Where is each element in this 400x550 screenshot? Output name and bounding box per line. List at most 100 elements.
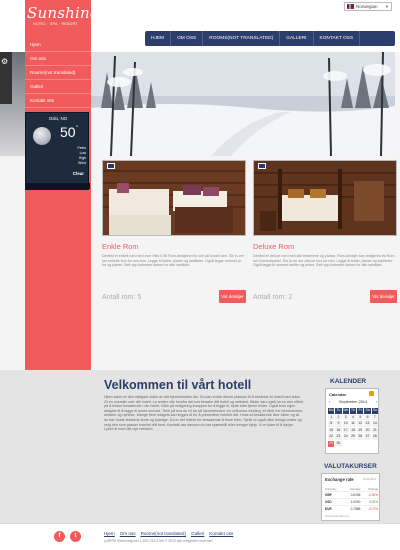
weather-temperature: 50: [60, 124, 76, 140]
calendar-day[interactable]: 10: [342, 421, 349, 427]
sidebar-item-rooms[interactable]: Rooms(not translated): [25, 66, 91, 80]
footer-info: (c)RPRI Reservasjoner 1-800-234-5789 © 2…: [104, 539, 213, 543]
nav-item-galleri[interactable]: GALLERI: [280, 31, 314, 46]
calendar-day[interactable]: 23: [335, 434, 342, 440]
chevron-down-icon: ▼: [385, 4, 389, 9]
calendar-widget: Calendar ‹ September 2014 › Mo Tu We Th Fr Sa…: [325, 388, 379, 454]
calendar-day[interactable]: 19: [357, 427, 364, 434]
image-badge-icon: [258, 163, 266, 169]
sidebar-item-om-oss[interactable]: Om oss: [25, 52, 91, 66]
sidebar-item-hjem[interactable]: Hjem: [25, 38, 91, 52]
logo[interactable]: Sunshine HOTEL · SPA · RESORT: [27, 4, 99, 38]
footer-link-galleri[interactable]: Galleri: [191, 531, 204, 536]
currency-average: 0.6196: [343, 491, 362, 499]
calendar-day[interactable]: 20: [364, 427, 371, 434]
view-details-button[interactable]: Vis detaljer: [219, 290, 246, 303]
calendar-day[interactable]: 6: [364, 414, 371, 421]
room-card-enkle: Enkle Rom Dertest er enkelt rom med over…: [102, 160, 246, 308]
table-row: USD 1.0000 0.00%: [324, 498, 379, 506]
nav-item-hjem[interactable]: HJEM: [145, 31, 172, 46]
currency-change: 0.00%: [361, 498, 379, 506]
calendar-nav: ‹ September 2014 ›: [326, 400, 380, 407]
room-count-value: 2: [288, 294, 293, 301]
settings-tab[interactable]: ⚙: [0, 52, 12, 104]
weekday-header: Fr: [357, 408, 364, 414]
room-count-value: 5: [137, 294, 142, 301]
calendar-day[interactable]: 13: [364, 421, 371, 427]
calendar-day[interactable]: 15: [328, 427, 335, 434]
calendar-day[interactable]: 8: [328, 421, 335, 427]
currency-average: 0.7885: [343, 505, 362, 512]
weekday-header: Mo: [328, 408, 335, 414]
footer-link-kontakt-oss[interactable]: Kontakt oss: [209, 531, 233, 536]
nav-item-om-oss[interactable]: OM OSS: [171, 31, 204, 46]
calendar-month: September 2014: [338, 400, 368, 404]
weather-city: Oslo, NO: [48, 116, 68, 121]
gear-icon[interactable]: ⚙: [1, 57, 8, 66]
norway-flag-icon: [347, 4, 354, 9]
facebook-icon[interactable]: f: [54, 531, 65, 542]
winter-landscape: [91, 52, 395, 156]
flag-icon: [369, 391, 374, 396]
footer-link-hjem[interactable]: Hjem: [104, 531, 115, 536]
room-title[interactable]: Deluxe Rom: [253, 242, 397, 251]
language-select[interactable]: Norwegian ▼: [344, 2, 392, 11]
image-badge-icon: [107, 163, 115, 169]
next-month-button[interactable]: ›: [376, 400, 377, 407]
bedroom-image: [254, 161, 396, 235]
calendar-day[interactable]: 2: [335, 414, 342, 421]
weather-footer: [26, 183, 90, 189]
calendar-day[interactable]: 22: [328, 434, 335, 440]
calendar-day[interactable]: 28: [371, 434, 378, 440]
room-count: Antall rom: 5: [102, 294, 141, 301]
nav-item-rooms[interactable]: ROOMS(NOT TRANSLATED): [203, 31, 281, 46]
weekday-header: Tu: [335, 408, 342, 414]
calendar-day[interactable]: 1: [328, 414, 335, 421]
room-photo[interactable]: [102, 160, 246, 236]
room-count-label: Antall rom:: [102, 294, 136, 301]
sidebar-item-kontakt-oss[interactable]: Kontakt oss: [25, 94, 91, 108]
sidebar-item-galleri[interactable]: Galleri: [25, 80, 91, 94]
calendar-day[interactable]: 26: [357, 434, 364, 440]
calendar-day[interactable]: 14: [371, 421, 378, 427]
currency-change: -0.30%: [361, 491, 379, 499]
logo-title: Sunshine: [27, 4, 99, 22]
calendar-day[interactable]: 7: [371, 414, 378, 421]
room-photo[interactable]: [253, 160, 397, 236]
calendar-day[interactable]: 5: [357, 414, 364, 421]
moon-icon: [33, 127, 51, 145]
footer-link-om-oss[interactable]: Om oss: [120, 531, 136, 536]
calendar-day[interactable]: 12: [357, 421, 364, 427]
currency-code: EUR: [324, 505, 344, 512]
calendar-day[interactable]: 30: [335, 440, 342, 447]
calendar-day[interactable]: 4: [349, 414, 357, 421]
calendar-day[interactable]: 18: [349, 427, 357, 434]
room-count-label: Antall rom:: [253, 294, 287, 301]
currency-footer[interactable]: obs.freeprovider.com: [325, 515, 349, 518]
room-description: Dertest er enkelt rom med over fritis 0.…: [102, 254, 244, 267]
calendar-day[interactable]: 29: [328, 440, 335, 447]
calendar-day[interactable]: 9: [335, 421, 342, 427]
table-row: EUR 0.7885 -0.07%: [324, 505, 379, 512]
currency-code: GBP: [324, 491, 344, 499]
calendar-day[interactable]: 25: [349, 434, 357, 440]
twitter-icon[interactable]: t: [70, 531, 81, 542]
calendar-day[interactable]: 16: [335, 427, 342, 434]
footer-link-rooms[interactable]: Rooms(not translated): [141, 531, 186, 536]
table-row: GBP 0.6196 -0.30%: [324, 491, 379, 499]
room-count: Antall rom: 2: [253, 294, 292, 301]
calendar-day[interactable]: 3: [342, 414, 349, 421]
calendar-day[interactable]: 17: [342, 427, 349, 434]
nav-item-kontakt-oss[interactable]: KONTAKT OSS: [314, 31, 361, 46]
currency-change: -0.07%: [361, 505, 379, 512]
footer-links: Hjem Om oss Rooms(not translated) Galler…: [104, 531, 233, 536]
calendar-day[interactable]: 21: [371, 427, 378, 434]
welcome-title: Velkommen til vårt hotell: [104, 378, 252, 392]
calendar-day[interactable]: 27: [364, 434, 371, 440]
room-title[interactable]: Enkle Rom: [102, 242, 246, 251]
view-details-button[interactable]: Vis detaljer: [370, 290, 397, 303]
currency-table: Currency Average Change GBP 0.6196 -0.30…: [324, 486, 379, 512]
calendar-day[interactable]: 11: [349, 421, 357, 427]
calendar-day[interactable]: 24: [342, 434, 349, 440]
prev-month-button[interactable]: ‹: [329, 400, 330, 407]
